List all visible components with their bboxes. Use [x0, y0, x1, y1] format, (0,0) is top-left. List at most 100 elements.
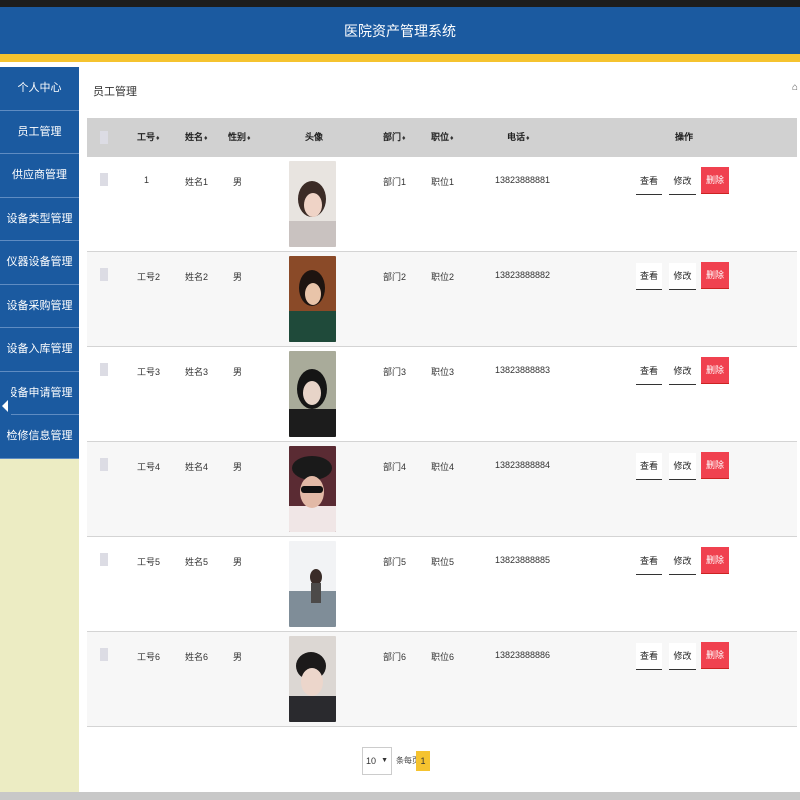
cell-position: 职位2 [431, 272, 455, 282]
cell-dept: 部门1 [383, 177, 407, 187]
view-button[interactable]: 查看 [636, 358, 662, 385]
cell-position: 职位5 [431, 557, 455, 567]
cell-name: 姓名5 [185, 557, 209, 567]
edit-button[interactable]: 修改 [669, 643, 696, 670]
horizontal-scrollbar[interactable] [0, 792, 800, 800]
cell-dept: 部门5 [383, 557, 407, 567]
sort-icon: ♦ [247, 135, 251, 142]
edit-button[interactable]: 修改 [669, 358, 696, 385]
cell-id: 工号5 [137, 557, 161, 567]
cell-phone: 13823888881 [495, 175, 551, 185]
row-checkbox[interactable] [100, 553, 108, 566]
header-accent-bar [0, 54, 800, 62]
select-all-checkbox[interactable] [100, 131, 108, 144]
view-button[interactable]: 查看 [636, 643, 662, 670]
delete-button[interactable]: 删除 [701, 642, 729, 669]
table-row: 1 姓名1 男 部门1 职位1 13823888881 查看 修改 删除 [87, 157, 797, 252]
column-header-dept[interactable]: 部门♦ [383, 118, 406, 157]
home-icon[interactable]: ⌂ [792, 82, 800, 93]
edit-button[interactable]: 修改 [669, 548, 696, 575]
row-checkbox[interactable] [100, 458, 108, 471]
sidebar-item-maintenance[interactable]: 检修信息管理 [0, 415, 79, 459]
table-row: 工号5 姓名5 男 部门5 职位5 13823888885 查看 修改 删除 [87, 537, 797, 632]
cell-id: 工号3 [137, 367, 161, 377]
row-checkbox[interactable] [100, 363, 108, 376]
view-button[interactable]: 查看 [636, 168, 662, 195]
cell-id: 工号6 [137, 652, 161, 662]
delete-button[interactable]: 删除 [701, 262, 729, 289]
cell-id: 1 [144, 175, 150, 185]
sort-icon: ♦ [204, 135, 208, 142]
cell-name: 姓名2 [185, 272, 209, 282]
view-button[interactable]: 查看 [636, 548, 662, 575]
cell-gender: 男 [233, 557, 243, 567]
sidebar-item-staff[interactable]: 员工管理 [0, 110, 79, 154]
sort-icon: ♦ [450, 135, 454, 142]
cell-phone: 13823888884 [495, 460, 551, 470]
column-header-position[interactable]: 职位♦ [431, 118, 454, 157]
page-number-button[interactable]: 1 [416, 751, 430, 771]
avatar [289, 541, 336, 627]
cell-gender: 男 [233, 652, 243, 662]
cell-phone: 13823888883 [495, 365, 551, 375]
avatar [289, 351, 336, 437]
row-checkbox[interactable] [100, 648, 108, 661]
delete-button[interactable]: 删除 [701, 547, 729, 574]
sidebar-item-personal-center[interactable]: 个人中心 [0, 67, 79, 111]
delete-button[interactable]: 删除 [701, 452, 729, 479]
cell-dept: 部门3 [383, 367, 407, 377]
column-header-name[interactable]: 姓名♦ [185, 118, 208, 157]
view-button[interactable]: 查看 [636, 453, 662, 480]
cell-phone: 13823888885 [495, 555, 551, 565]
edit-button[interactable]: 修改 [669, 168, 696, 195]
edit-button[interactable]: 修改 [669, 453, 696, 480]
sidebar-collapse-toggle[interactable] [0, 382, 11, 430]
delete-button[interactable]: 删除 [701, 167, 729, 194]
sidebar-item-purchase[interactable]: 设备采购管理 [0, 284, 79, 328]
cell-dept: 部门4 [383, 462, 407, 472]
sidebar-item-application[interactable]: 设备申请管理 [0, 371, 79, 415]
cell-position: 职位1 [431, 177, 455, 187]
sidebar-item-device-type[interactable]: 设备类型管理 [0, 197, 79, 241]
column-header-gender[interactable]: 性别♦ [228, 118, 251, 157]
chevron-left-icon [2, 400, 8, 412]
chevron-down-icon: ▼ [381, 757, 388, 764]
sidebar-item-instrument[interactable]: 仪器设备管理 [0, 241, 79, 285]
main-content: 员工管理 ⌂ 工号♦ 姓名♦ 性别♦ 头像 部门♦ 职位♦ 电话♦ 操作 1 姓… [79, 62, 800, 792]
edit-button[interactable]: 修改 [669, 263, 696, 290]
cell-id: 工号2 [137, 272, 161, 282]
avatar [289, 161, 336, 247]
sidebar-item-supplier[interactable]: 供应商管理 [0, 154, 79, 198]
cell-position: 职位3 [431, 367, 455, 377]
sort-icon: ♦ [402, 135, 406, 142]
cell-dept: 部门2 [383, 272, 407, 282]
table-row: 工号4 姓名4 男 部门4 职位4 13823888884 查看 修改 删除 [87, 442, 797, 537]
app-header: 医院资产管理系统 [0, 7, 800, 54]
row-checkbox[interactable] [100, 268, 108, 281]
sidebar-item-warehousing[interactable]: 设备入库管理 [0, 328, 79, 372]
breadcrumb-current: 员工管理 [93, 86, 137, 98]
cell-phone: 13823888882 [495, 270, 551, 280]
cell-name: 姓名4 [185, 462, 209, 472]
column-header-avatar: 头像 [305, 132, 324, 142]
cell-gender: 男 [233, 272, 243, 282]
column-header-actions: 操作 [675, 132, 694, 142]
view-button[interactable]: 查看 [636, 263, 662, 290]
cell-position: 职位4 [431, 462, 455, 472]
sidebar: 个人中心 员工管理 供应商管理 设备类型管理 仪器设备管理 设备采购管理 设备入… [0, 67, 79, 800]
column-header-phone[interactable]: 电话♦ [507, 118, 530, 157]
cell-name: 姓名3 [185, 367, 209, 377]
top-strip [0, 0, 800, 7]
column-header-id[interactable]: 工号♦ [137, 118, 160, 157]
avatar [289, 636, 336, 722]
delete-button[interactable]: 删除 [701, 357, 729, 384]
sort-icon: ♦ [526, 135, 530, 142]
row-checkbox[interactable] [100, 173, 108, 186]
table-row: 工号2 姓名2 男 部门2 职位2 13823888882 查看 修改 删除 [87, 252, 797, 347]
table-row: 工号6 姓名6 男 部门6 职位6 13823888886 查看 修改 删除 [87, 632, 797, 727]
app-title: 医院资产管理系统 [344, 23, 456, 39]
table-row: 工号3 姓名3 男 部门3 职位3 13823888883 查看 修改 删除 [87, 347, 797, 442]
cell-position: 职位6 [431, 652, 455, 662]
page-size-select[interactable]: 10 ▼ [362, 747, 392, 775]
sort-icon: ♦ [156, 135, 160, 142]
